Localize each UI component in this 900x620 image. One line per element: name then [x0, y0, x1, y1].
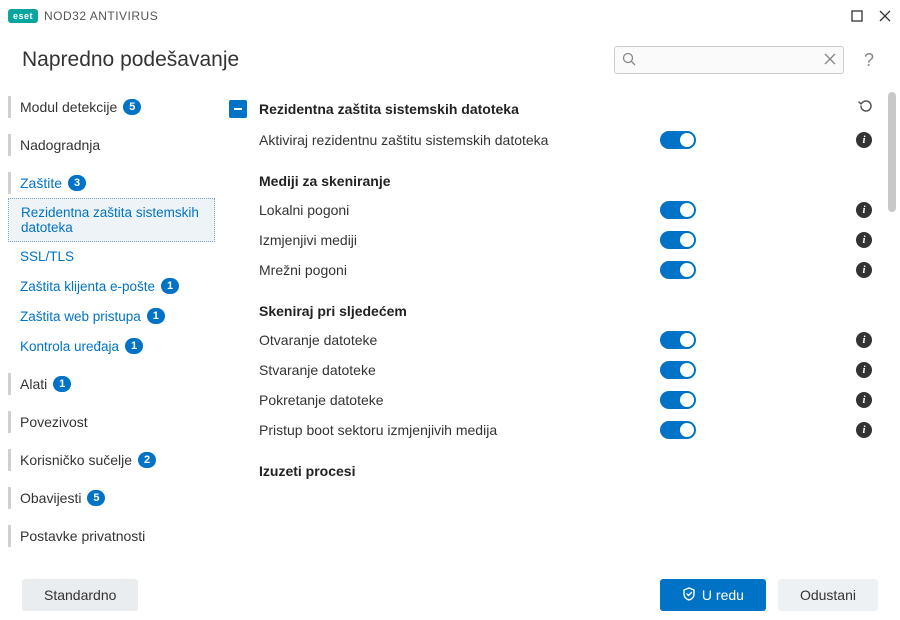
sidebar-item-postavke-privatnosti[interactable]: Postavke privatnosti	[8, 521, 215, 551]
sidebar-item-label: Zaštita web pristupa	[20, 309, 141, 324]
badge: 1	[53, 376, 71, 392]
info-icon[interactable]: i	[856, 232, 872, 248]
search-field[interactable]	[614, 46, 844, 74]
maximize-icon[interactable]	[850, 9, 864, 23]
badge: 5	[87, 490, 105, 506]
toggle-mrezni[interactable]	[660, 261, 696, 279]
group-label-skeniraj: Skeniraj pri sljedećem	[259, 285, 878, 325]
info-icon[interactable]: i	[856, 132, 872, 148]
page-title: Napredno podešavanje	[22, 48, 239, 72]
footer: Standardno U redu Odustani	[0, 570, 900, 620]
sidebar-item-modul-detekcije[interactable]: Modul detekcije 5	[8, 92, 215, 122]
sidebar-item-zastita-web[interactable]: Zaštita web pristupa 1	[8, 301, 215, 331]
sidebar-item-zastite[interactable]: Zaštite 3	[8, 168, 215, 198]
collapse-icon[interactable]	[229, 100, 247, 118]
sidebar-item-label: SSL/TLS	[20, 249, 74, 264]
info-icon[interactable]: i	[856, 422, 872, 438]
toggle-pokretanje[interactable]	[660, 391, 696, 409]
setting-row-lokalni: Lokalni pogoni i	[259, 195, 878, 225]
badge: 3	[68, 175, 86, 191]
setting-row-pokretanje: Pokretanje datoteke i	[259, 385, 878, 415]
group-label-mediji: Mediji za skeniranje	[259, 155, 878, 195]
main-panel: Rezidentna zaštita sistemskih datoteka A…	[215, 84, 900, 570]
sidebar-item-label: Obavijesti	[20, 490, 81, 506]
toggle-otvaranje[interactable]	[660, 331, 696, 349]
info-icon[interactable]: i	[856, 362, 872, 378]
sidebar: Modul detekcije 5 Nadogradnja Zaštite 3 …	[0, 84, 215, 570]
setting-label: Izmjenjivi mediji	[259, 232, 660, 248]
setting-label: Aktiviraj rezidentnu zaštitu sistemskih …	[259, 132, 660, 148]
info-icon[interactable]: i	[856, 332, 872, 348]
sidebar-item-kontrola-uredjaja[interactable]: Kontrola uređaja 1	[8, 331, 215, 361]
sidebar-item-label: Nadogradnja	[20, 137, 100, 153]
setting-label: Stvaranje datoteke	[259, 362, 660, 378]
sidebar-item-label: Postavke privatnosti	[20, 528, 145, 544]
brand-logo: eset	[8, 9, 38, 23]
sidebar-item-label: Rezidentna zaštita sistemskih datoteka	[21, 205, 205, 235]
ok-button[interactable]: U redu	[660, 579, 766, 611]
info-icon[interactable]: i	[856, 392, 872, 408]
section-title: Rezidentna zaštita sistemskih datoteka	[259, 101, 846, 117]
info-icon[interactable]: i	[856, 202, 872, 218]
sidebar-item-label: Alati	[20, 376, 47, 392]
toggle-izmjenjivi[interactable]	[660, 231, 696, 249]
info-icon[interactable]: i	[856, 262, 872, 278]
setting-label: Mrežni pogoni	[259, 262, 660, 278]
toggle-stvaranje[interactable]	[660, 361, 696, 379]
search-icon	[622, 52, 636, 71]
sidebar-item-obavijesti[interactable]: Obavijesti 5	[8, 483, 215, 513]
header: Napredno podešavanje ?	[0, 32, 900, 84]
sidebar-item-korisnicko-sucelje[interactable]: Korisničko sučelje 2	[8, 445, 215, 475]
setting-row-boot: Pristup boot sektoru izmjenjivih medija …	[259, 415, 878, 445]
setting-label: Pokretanje datoteke	[259, 392, 660, 408]
sidebar-item-label: Povezivost	[20, 414, 88, 430]
setting-row-stvaranje: Stvaranje datoteke i	[259, 355, 878, 385]
revert-icon[interactable]	[858, 98, 874, 119]
titlebar: eset NOD32 ANTIVIRUS	[0, 0, 900, 32]
search-input[interactable]	[614, 46, 844, 74]
sidebar-item-label: Korisničko sučelje	[20, 452, 132, 468]
product-name: NOD32 ANTIVIRUS	[44, 9, 158, 23]
setting-row-otvaranje: Otvaranje datoteke i	[259, 325, 878, 355]
sidebar-item-ssl-tls[interactable]: SSL/TLS	[8, 242, 215, 271]
setting-label: Otvaranje datoteke	[259, 332, 660, 348]
sidebar-item-label: Zaštite	[20, 175, 62, 191]
toggle-lokalni[interactable]	[660, 201, 696, 219]
section-header: Rezidentna zaštita sistemskih datoteka	[225, 92, 878, 125]
help-icon[interactable]: ?	[860, 50, 878, 71]
sidebar-item-label: Kontrola uređaja	[20, 339, 119, 354]
cancel-button[interactable]: Odustani	[778, 579, 878, 611]
badge: 1	[161, 278, 179, 294]
sidebar-item-nadogradnja[interactable]: Nadogradnja	[8, 130, 215, 160]
sidebar-item-rezidentna-zastita[interactable]: Rezidentna zaštita sistemskih datoteka	[8, 198, 215, 242]
badge: 2	[138, 452, 156, 468]
badge: 1	[125, 338, 143, 354]
setting-label: Pristup boot sektoru izmjenjivih medija	[259, 422, 660, 438]
setting-row-mrezni: Mrežni pogoni i	[259, 255, 878, 285]
default-button[interactable]: Standardno	[22, 579, 138, 611]
shield-icon	[682, 587, 696, 604]
toggle-aktiviraj[interactable]	[660, 131, 696, 149]
toggle-boot[interactable]	[660, 421, 696, 439]
group-label-izuzeti: Izuzeti procesi	[259, 445, 878, 485]
sidebar-item-alati[interactable]: Alati 1	[8, 369, 215, 399]
sidebar-item-label: Modul detekcije	[20, 99, 117, 115]
badge: 1	[147, 308, 165, 324]
setting-row-izmjenjivi: Izmjenjivi mediji i	[259, 225, 878, 255]
sidebar-item-zastita-eposte[interactable]: Zaštita klijenta e-pošte 1	[8, 271, 215, 301]
sidebar-item-povezivost[interactable]: Povezivost	[8, 407, 215, 437]
setting-row-aktiviraj: Aktiviraj rezidentnu zaštitu sistemskih …	[259, 125, 878, 155]
setting-label: Lokalni pogoni	[259, 202, 660, 218]
badge: 5	[123, 99, 141, 115]
close-icon[interactable]	[878, 9, 892, 23]
scrollbar[interactable]	[888, 92, 896, 212]
clear-search-icon[interactable]	[824, 52, 836, 70]
ok-button-label: U redu	[702, 587, 744, 603]
sidebar-item-label: Zaštita klijenta e-pošte	[20, 279, 155, 294]
